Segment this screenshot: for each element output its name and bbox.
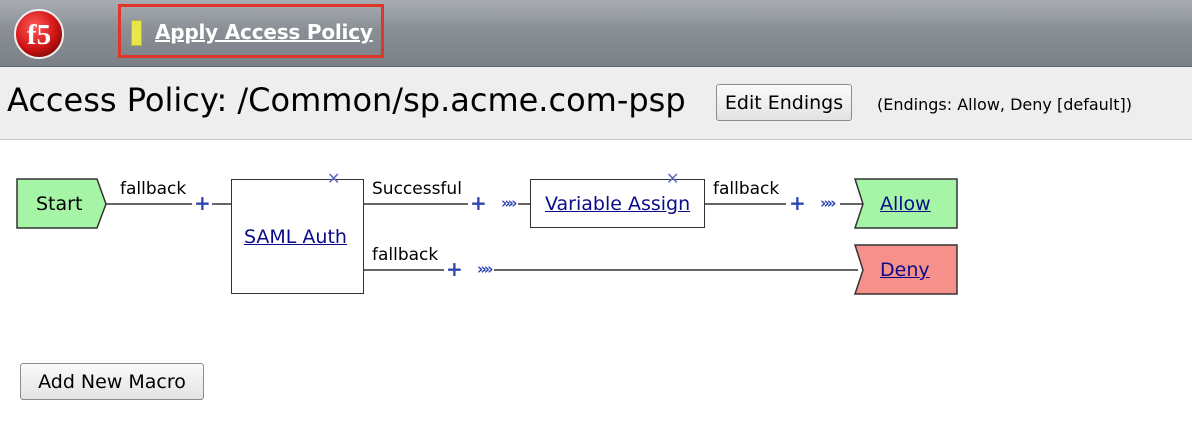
- title-bar: Access Policy: /Common/sp.acme.com-psp E…: [0, 67, 1192, 140]
- policy-flow: Start fallback + ✕ SAML Auth Successful …: [0, 160, 1192, 310]
- saml-fallback-label: fallback: [372, 245, 439, 265]
- start-fallback-label: fallback: [120, 179, 187, 199]
- endings-note: (Endings: Allow, Deny [default]): [877, 95, 1132, 114]
- pending-changes-marker: [131, 20, 142, 46]
- saml-auth-link[interactable]: SAML Auth: [244, 226, 347, 248]
- double-arrow-icon: »»: [501, 194, 517, 212]
- add-new-macro-button[interactable]: Add New Macro: [20, 363, 204, 400]
- successful-branch-label: Successful: [372, 179, 462, 199]
- add-item-plus-icon[interactable]: +: [194, 193, 211, 213]
- apply-access-policy-link[interactable]: Apply Access Policy: [155, 20, 373, 44]
- add-item-plus-icon[interactable]: +: [470, 193, 487, 213]
- double-arrow-icon: »»: [477, 260, 493, 278]
- apply-policy-highlight: Apply Access Policy: [118, 4, 384, 58]
- edit-endings-button[interactable]: Edit Endings: [716, 84, 852, 121]
- deny-ending-link[interactable]: Deny: [880, 259, 930, 281]
- delete-saml-icon[interactable]: ✕: [327, 171, 340, 187]
- f5-logo: f5: [14, 9, 64, 59]
- add-item-plus-icon[interactable]: +: [789, 193, 806, 213]
- variable-assign-link[interactable]: Variable Assign: [545, 193, 690, 215]
- double-arrow-icon: »»: [820, 194, 836, 212]
- delete-variable-icon[interactable]: ✕: [666, 171, 679, 187]
- start-node-label[interactable]: Start: [36, 193, 82, 215]
- top-banner: f5 Apply Access Policy: [0, 0, 1192, 67]
- allow-ending-link[interactable]: Allow: [880, 193, 931, 215]
- add-item-plus-icon[interactable]: +: [446, 259, 463, 279]
- svg-text:f5: f5: [27, 19, 51, 51]
- variable-fallback-label: fallback: [713, 179, 780, 199]
- page-title: Access Policy: /Common/sp.acme.com-psp: [7, 81, 686, 119]
